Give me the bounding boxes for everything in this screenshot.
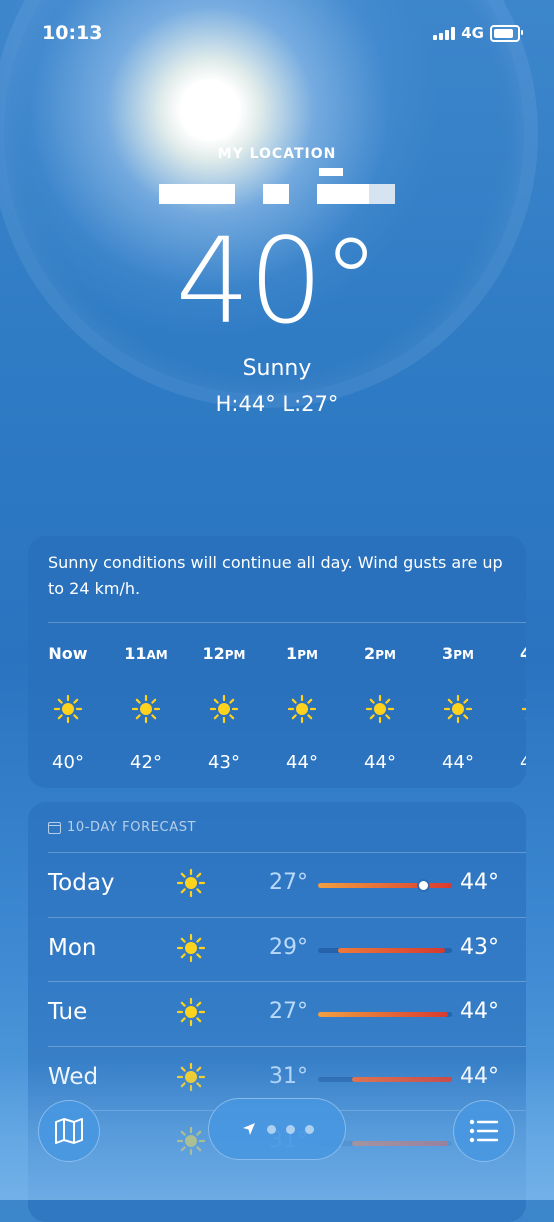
- hour-temperature: 43°: [208, 752, 240, 773]
- current-condition: Sunny: [242, 356, 312, 381]
- forecast-high: 44°: [460, 870, 499, 895]
- hour-temperature: 44°: [364, 752, 396, 773]
- hour-temperature: 44°: [286, 752, 318, 773]
- temperature-range-bar: [318, 881, 452, 890]
- status-time: 10:13: [42, 22, 103, 44]
- forecast-high: 43°: [460, 934, 499, 960]
- sun-icon: [176, 868, 206, 898]
- redacted-location-name: [159, 168, 395, 204]
- status-bar: 10:13 4G: [0, 22, 554, 46]
- hourly-scroller[interactable]: Now 40° 11AM 42° 12PM 43° 1PM 44° 2PM 44° 3PM 44° 4P…: [28, 644, 526, 784]
- hour-label: 4PM: [520, 644, 526, 663]
- hourly-forecast-card[interactable]: Sunny conditions will continue all day. …: [28, 536, 526, 788]
- sun-icon: [53, 694, 83, 724]
- high-low-temperature: H:44° L:27°: [215, 392, 339, 416]
- sun-icon: [443, 694, 473, 724]
- forecast-title: 10-DAY FORECAST: [67, 820, 197, 835]
- hour-label-suffix: PM: [375, 648, 396, 662]
- location-arrow-icon[interactable]: [241, 1121, 257, 1137]
- sun-icon: [176, 933, 206, 962]
- temperature-range-bar: [318, 1012, 452, 1017]
- temperature-range-bar: [318, 947, 452, 953]
- page-dot: [266, 1124, 276, 1134]
- sun-icon: [287, 694, 317, 724]
- hour-label: 11AM: [124, 644, 168, 663]
- page-dot: [304, 1124, 314, 1134]
- current-temp-marker: [418, 881, 428, 890]
- location-label: MY LOCATION: [217, 146, 337, 162]
- list-icon: [469, 1119, 499, 1143]
- forecast-low: 27°: [269, 870, 308, 895]
- map-button[interactable]: [38, 1100, 100, 1162]
- hour-label: 2PM: [364, 644, 396, 663]
- forecast-row[interactable]: Mon 29° 43°: [28, 917, 526, 981]
- hour-temperature: 40°: [52, 752, 84, 773]
- hour-temperature: 44°: [520, 752, 526, 773]
- temperature-range-fill: [318, 1012, 448, 1017]
- map-icon: [55, 1118, 83, 1144]
- temperature-range-fill: [338, 947, 446, 953]
- network-type: 4G: [461, 24, 484, 42]
- hour-label-suffix: AM: [146, 648, 168, 662]
- battery-icon: [490, 24, 523, 42]
- current-temperature: 40°: [175, 212, 380, 350]
- hour-label-suffix: PM: [297, 648, 318, 662]
- divider: [48, 622, 526, 623]
- hour-label: 1PM: [286, 644, 318, 663]
- location-list-button[interactable]: [453, 1100, 515, 1162]
- signal-icon: [433, 26, 456, 40]
- location-header: MY LOCATION: [0, 146, 554, 204]
- forecast-row[interactable]: Tue 27° 44°: [28, 981, 526, 1045]
- sun-icon: [131, 694, 161, 724]
- status-indicators: 4G: [433, 24, 523, 42]
- forecast-low: 27°: [269, 999, 308, 1024]
- page-dot: [285, 1124, 295, 1134]
- calendar-icon: [48, 821, 61, 834]
- hour-label: Now: [48, 644, 88, 663]
- temperature-range-fill: [318, 883, 452, 888]
- forecast-day: Mon: [48, 934, 97, 961]
- page-indicator[interactable]: [208, 1098, 346, 1160]
- hour-label: 3PM: [442, 644, 474, 663]
- hour-label-suffix: PM: [224, 648, 246, 662]
- sun-icon: [365, 694, 395, 724]
- forecast-low: 29°: [269, 934, 308, 960]
- hour-temperature: 44°: [442, 752, 474, 773]
- sun-icon: [521, 699, 526, 719]
- hour-temperature: 42°: [130, 752, 162, 773]
- weather-summary: Sunny conditions will continue all day. …: [48, 553, 503, 598]
- forecast-high: 44°: [460, 999, 499, 1024]
- hour-label: 12PM: [202, 644, 246, 663]
- forecast-row[interactable]: Today 27° 44°: [28, 852, 526, 916]
- sun-icon: [176, 997, 206, 1027]
- hour-label-suffix: PM: [453, 648, 474, 662]
- forecast-day: Tue: [48, 999, 88, 1025]
- sun-icon: [209, 694, 239, 724]
- forecast-header: 10-DAY FORECAST: [48, 820, 196, 835]
- forecast-day: Today: [48, 870, 115, 896]
